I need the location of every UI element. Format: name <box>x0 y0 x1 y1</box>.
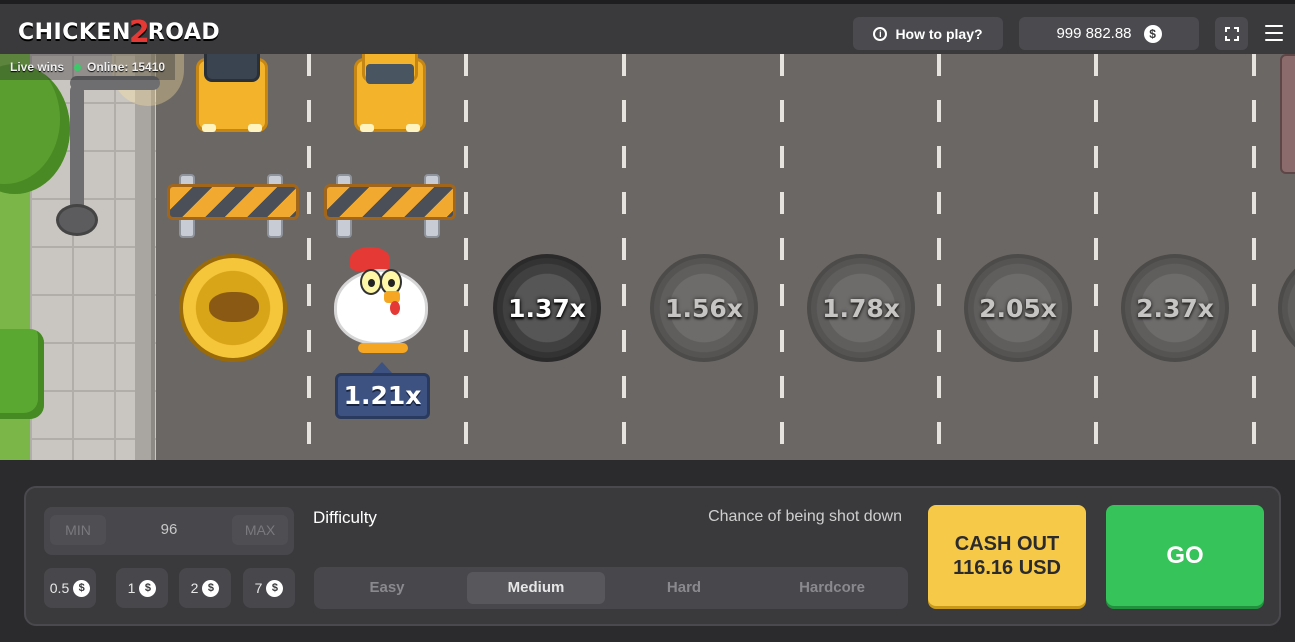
barrier-bar <box>324 184 456 220</box>
game-board: 1.21x 1.37x 1.56x 1.78x 2.05x 2.37x Live… <box>0 54 1295 460</box>
balance-display: 999 882.88 $ <box>1019 17 1199 50</box>
difficulty-easy[interactable]: Easy <box>318 572 456 604</box>
cash-out-label: CASH OUT <box>954 532 1060 555</box>
menu-icon-bar <box>1265 39 1283 41</box>
online-count: Online: 15410 <box>74 60 165 74</box>
lane-divider <box>1252 54 1256 460</box>
logo-text-right: ROAD <box>147 19 221 45</box>
quick-bet-chip[interactable]: 2 $ <box>179 568 231 608</box>
street-lamp-pole <box>70 84 84 224</box>
how-to-play-label: How to play? <box>895 25 983 42</box>
lane-manhole-edge <box>1278 254 1295 362</box>
difficulty-hard[interactable]: Hard <box>615 572 753 604</box>
live-wins-bar: Live wins Online: 15410 <box>0 54 176 80</box>
bet-amount-control: MIN 96 MAX <box>44 507 294 555</box>
chicken-comb <box>350 247 390 271</box>
dollar-coin-icon: $ <box>266 579 284 597</box>
car-dark <box>190 54 274 140</box>
chicken-wattle <box>390 301 400 315</box>
lane-manhole-2[interactable]: 1.56x <box>650 254 758 362</box>
chicken-feet <box>358 343 408 353</box>
car-windshield <box>366 64 414 84</box>
logo-text-left: CHICKEN <box>18 19 131 45</box>
lane-divider <box>622 54 626 460</box>
chip-value: 7 <box>254 580 263 596</box>
info-icon: i <box>873 26 888 41</box>
online-dot-icon <box>74 64 82 71</box>
bet-min-button[interactable]: MIN <box>50 515 106 545</box>
game-logo: CHICKEN 2 ROAD <box>18 14 220 50</box>
balance-value: 999 882.88 <box>1056 25 1132 42</box>
chance-label: Chance of being shot down <box>708 508 902 525</box>
dollar-coin-icon: $ <box>139 579 157 597</box>
lane-manhole-3[interactable]: 1.78x <box>807 254 915 362</box>
bet-max-button[interactable]: MAX <box>232 515 288 545</box>
gold-manhole-icon <box>179 254 287 362</box>
chicken-eye <box>360 269 382 295</box>
difficulty-selector: Easy Medium Hard Hardcore <box>314 567 908 609</box>
chip-value: 1 <box>127 580 136 596</box>
car-headlight <box>360 124 374 132</box>
chip-value: 0.5 <box>49 580 70 596</box>
lane-divider <box>780 54 784 460</box>
car-headlight <box>248 124 262 132</box>
car-headlight <box>202 124 216 132</box>
bet-amount-input[interactable]: 96 <box>114 515 224 545</box>
how-to-play-button[interactable]: i How to play? <box>853 17 1003 50</box>
dollar-coin-icon: $ <box>73 579 91 597</box>
lane-manhole-1[interactable]: 1.37x <box>493 254 601 362</box>
quick-bet-chip[interactable]: 1 $ <box>116 568 168 608</box>
live-wins-label: Live wins <box>10 60 65 74</box>
top-bar: CHICKEN 2 ROAD i How to play? 999 882.88… <box>0 0 1295 54</box>
lane-divider <box>464 54 468 460</box>
street-lamp-base <box>56 204 98 236</box>
chip-value: 2 <box>190 580 199 596</box>
lane-manhole-5[interactable]: 2.37x <box>1121 254 1229 362</box>
fullscreen-button[interactable] <box>1215 17 1248 50</box>
lane-manhole-4[interactable]: 2.05x <box>964 254 1072 362</box>
bottom-area: MIN 96 MAX 0.5 $ 1 $ 2 $ 7 $ Difficulty … <box>0 460 1295 642</box>
dollar-coin-icon: $ <box>1143 24 1162 43</box>
cash-out-button[interactable]: CASH OUT 116.16 USD <box>928 505 1086 606</box>
quick-bet-chip[interactable]: 0.5 $ <box>44 568 96 608</box>
logo-number: 2 <box>128 14 150 50</box>
control-panel: MIN 96 MAX 0.5 $ 1 $ 2 $ 7 $ Difficulty … <box>24 486 1281 626</box>
roast-chicken-icon <box>209 292 259 322</box>
barrier-bar <box>167 184 299 220</box>
cash-out-amount: 116.16 USD <box>953 556 1061 579</box>
game-screen: CHICKEN 2 ROAD i How to play? 999 882.88… <box>0 0 1295 642</box>
lane-divider <box>937 54 941 460</box>
bush <box>0 329 44 419</box>
quick-bet-chip[interactable]: 7 $ <box>243 568 295 608</box>
car-headlight <box>406 124 420 132</box>
dollar-coin-icon: $ <box>202 579 220 597</box>
road-barrier <box>167 174 299 238</box>
difficulty-hardcore[interactable]: Hardcore <box>763 572 901 604</box>
car-taxi <box>348 54 432 140</box>
difficulty-medium[interactable]: Medium <box>467 572 605 604</box>
car-roof <box>204 54 260 82</box>
online-count-text: Online: 15410 <box>87 60 166 74</box>
lane-divider <box>1094 54 1098 460</box>
menu-icon-bar <box>1265 32 1283 34</box>
menu-icon-bar <box>1265 25 1283 27</box>
go-button[interactable]: GO <box>1106 505 1264 606</box>
menu-button[interactable] <box>1262 22 1286 44</box>
lane-divider <box>307 54 311 460</box>
road-barrier <box>324 174 456 238</box>
chicken-character <box>328 247 434 357</box>
chicken-pupil <box>388 279 395 287</box>
curb <box>135 54 155 460</box>
chicken-pupil <box>368 279 375 287</box>
fullscreen-icon <box>1224 26 1239 41</box>
current-multiplier-tag: 1.21x <box>335 373 430 419</box>
difficulty-label: Difficulty <box>313 508 377 527</box>
car-edge <box>1280 54 1295 174</box>
